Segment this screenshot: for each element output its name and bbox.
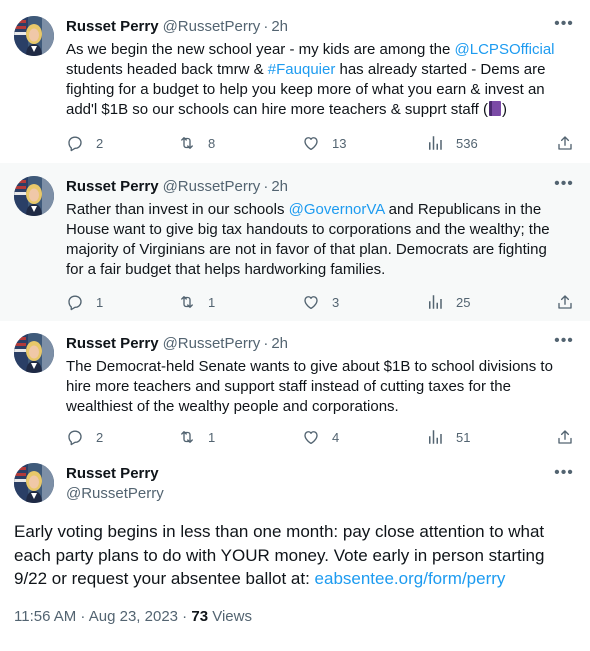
views-icon	[426, 428, 444, 446]
reply-button[interactable]: 2	[66, 134, 103, 152]
reply-count: 2	[96, 429, 104, 445]
views-icon	[426, 134, 444, 152]
like-button[interactable]: 3	[302, 293, 339, 311]
share-icon	[556, 293, 574, 311]
external-link[interactable]: eabsentee.org/form/perry	[315, 569, 506, 588]
more-icon[interactable]: •••	[554, 333, 574, 354]
tweet-header: Russet Perry @RussetPerry · 2h	[66, 17, 574, 37]
reply-icon	[66, 293, 84, 311]
text-part: Rather than invest in our schools	[66, 201, 289, 218]
retweet-icon	[178, 428, 196, 446]
more-icon[interactable]: •••	[554, 176, 574, 197]
heart-icon	[302, 134, 320, 152]
views-button[interactable]: 51	[426, 428, 470, 446]
author-handle[interactable]: @RussetPerry	[163, 334, 261, 354]
views-count: 25	[456, 294, 471, 310]
author-name[interactable]: Russet Perry	[66, 177, 159, 197]
share-button[interactable]	[556, 134, 574, 152]
avatar[interactable]	[14, 463, 54, 503]
timestamp[interactable]: 11:56 AM · Aug 23, 2023	[14, 608, 178, 625]
views-label: Views	[208, 608, 252, 625]
views-count: 536	[456, 135, 478, 151]
tweet-header: Russet Perry @RussetPerry · 2h	[66, 177, 574, 197]
thread-tweet-3[interactable]: Russet Perry @RussetPerry · 2h ••• The D…	[0, 321, 590, 457]
thread-tweet-1[interactable]: Russet Perry @RussetPerry · 2h ••• As we…	[0, 0, 590, 163]
like-count: 3	[332, 294, 340, 310]
more-icon[interactable]: •••	[554, 465, 574, 486]
reply-button[interactable]: 1	[66, 293, 103, 311]
retweet-icon	[178, 293, 196, 311]
tweet-header: Russet Perry @RussetPerry · 2h	[66, 334, 574, 354]
mention-link[interactable]: @LCPSOfficial	[455, 41, 555, 58]
text-part: As we begin the new school year - my kid…	[66, 41, 455, 58]
retweet-button[interactable]: 1	[178, 428, 215, 446]
main-tweet: Russet Perry @RussetPerry ••• Early voti…	[0, 457, 590, 651]
views-button[interactable]: 536	[426, 134, 478, 152]
tweet-meta: 11:56 AM · Aug 23, 2023 · 73 Views	[14, 607, 252, 627]
mention-link[interactable]: @GovernorVA	[289, 201, 385, 218]
separator: ·	[263, 178, 269, 195]
author-name[interactable]: Russet Perry	[66, 17, 159, 37]
more-icon[interactable]: •••	[554, 16, 574, 37]
timestamp[interactable]: 2h	[271, 334, 288, 354]
tweet-text: As we begin the new school year - my kid…	[66, 40, 562, 120]
heart-icon	[302, 428, 320, 446]
reply-count: 2	[96, 135, 104, 151]
like-count: 13	[332, 135, 347, 151]
timestamp[interactable]: 2h	[271, 17, 288, 37]
reply-count: 1	[96, 294, 104, 310]
avatar[interactable]	[14, 176, 54, 216]
share-icon	[556, 134, 574, 152]
author-handle[interactable]: @RussetPerry	[163, 17, 261, 37]
action-bar: 1 1 3 25	[66, 292, 574, 312]
thread-tweet-2[interactable]: Russet Perry @RussetPerry · 2h ••• Rathe…	[0, 163, 590, 321]
author-block: Russet Perry @RussetPerry	[66, 464, 164, 504]
retweet-button[interactable]: 8	[178, 134, 215, 152]
text-part: )	[501, 101, 507, 118]
retweet-button[interactable]: 1	[178, 293, 215, 311]
author-handle[interactable]: @RussetPerry	[66, 484, 164, 504]
retweet-count: 8	[208, 135, 216, 151]
views-count: 51	[456, 429, 471, 445]
tweet-text: The Democrat-held Senate wants to give a…	[66, 358, 553, 415]
tweet-text: Early voting begins in less than one mon…	[14, 520, 574, 591]
views-count: 73	[191, 608, 209, 625]
like-button[interactable]: 13	[302, 134, 346, 152]
hashtag-link[interactable]: #Fauquier	[268, 61, 336, 78]
separator: ·	[178, 608, 192, 625]
tweet-text: Rather than invest in our schools @Gover…	[66, 200, 562, 280]
action-bar: 2 1 4 51	[66, 427, 574, 447]
action-bar: 2 8 13 536	[66, 133, 574, 153]
reply-icon	[66, 134, 84, 152]
retweet-count: 1	[208, 294, 216, 310]
retweet-count: 1	[208, 429, 216, 445]
views-button[interactable]: 25	[426, 293, 470, 311]
timestamp[interactable]: 2h	[271, 177, 288, 197]
separator: ·	[263, 18, 269, 35]
retweet-icon	[178, 134, 196, 152]
author-handle[interactable]: @RussetPerry	[163, 177, 261, 197]
separator: ·	[263, 335, 269, 352]
like-button[interactable]: 4	[302, 428, 339, 446]
avatar[interactable]	[14, 333, 54, 373]
views-icon	[426, 293, 444, 311]
avatar[interactable]	[14, 16, 54, 56]
text-part: students headed back tmrw &	[66, 61, 268, 78]
author-name[interactable]: Russet Perry	[66, 334, 159, 354]
reply-icon	[66, 428, 84, 446]
heart-icon	[302, 293, 320, 311]
purple-book-emoji	[488, 101, 501, 116]
share-icon	[556, 428, 574, 446]
author-name[interactable]: Russet Perry	[66, 464, 164, 484]
share-button[interactable]	[556, 428, 574, 446]
reply-button[interactable]: 2	[66, 428, 103, 446]
like-count: 4	[332, 429, 340, 445]
share-button[interactable]	[556, 293, 574, 311]
